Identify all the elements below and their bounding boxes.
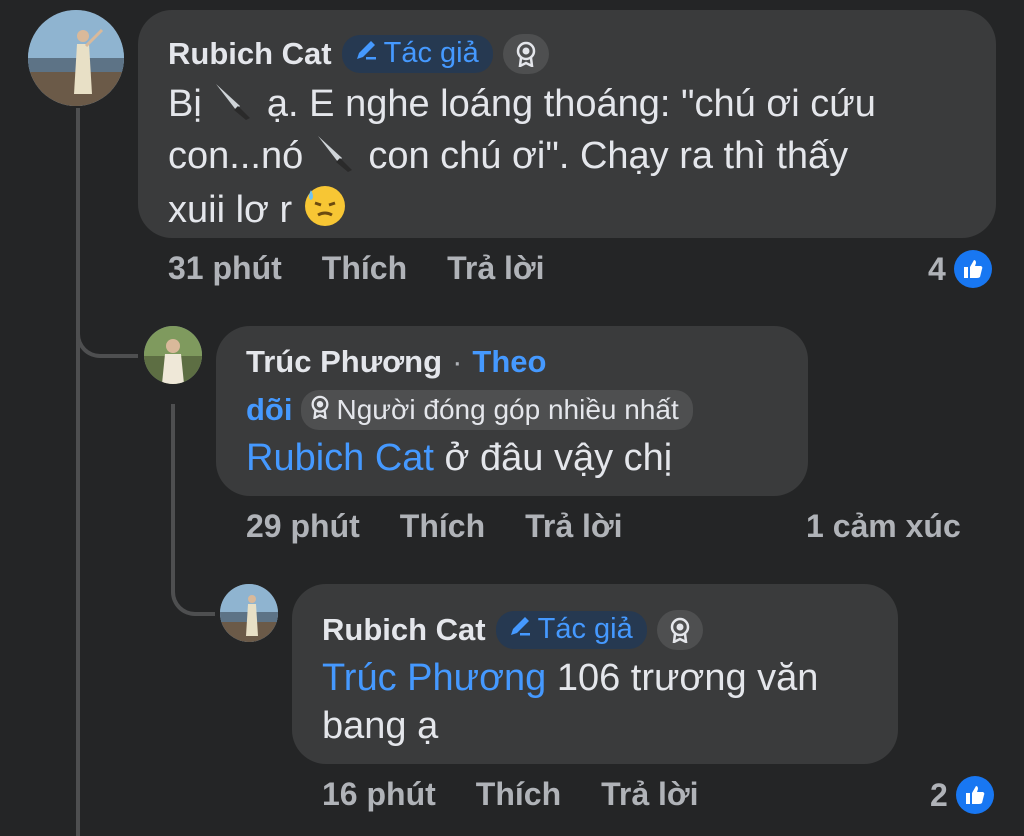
comment-time[interactable]: 29 phút (246, 508, 360, 545)
comment-text: Bị ạ. E nghe loáng thoáng: "chú ơi cứu c… (168, 80, 988, 240)
like-button[interactable]: Thích (400, 508, 485, 545)
comment-time[interactable]: 16 phút (322, 776, 436, 813)
comment-time[interactable]: 31 phút (168, 250, 282, 287)
pencil-icon (354, 37, 378, 70)
comment-text: Trúc Phương 106 trương văn bang ạ (322, 657, 819, 747)
award-icon (502, 34, 549, 74)
pencil-icon (508, 613, 532, 646)
reply-button[interactable]: Trả lời (447, 250, 544, 287)
reply-button[interactable]: Trả lời (601, 776, 698, 813)
top-contributor-badge: Người đóng góp nhiều nhất (300, 390, 693, 430)
like-button[interactable]: Thích (322, 250, 407, 287)
comment-header: Rubich Cat Tác giả (322, 610, 703, 650)
knife-icon (212, 80, 256, 132)
follow-link[interactable]: Theo (472, 344, 546, 380)
award-icon (656, 610, 703, 650)
thread-curve-2 (171, 570, 215, 616)
author-name[interactable]: Rubich Cat (168, 36, 332, 72)
badge-label: Tác giả (383, 36, 479, 69)
comment-actions: 31 phút Thích Trả lời (168, 250, 545, 287)
author-badge: Tác giả (341, 35, 493, 73)
reaction-count[interactable]: 1 cảm xúc (806, 508, 961, 545)
thumbs-up-icon (955, 776, 994, 814)
mention-link[interactable]: Trúc Phương (322, 657, 546, 699)
like-button[interactable]: Thích (476, 776, 561, 813)
reply-button[interactable]: Trả lời (525, 508, 622, 545)
badge-label: Tác giả (537, 612, 633, 645)
thread-line-main (76, 108, 80, 836)
comment-actions: 29 phút Thích Trả lời (246, 508, 623, 545)
comment-text: Rubich Cat ở đâu vậy chị (246, 437, 673, 479)
avatar[interactable] (28, 10, 124, 106)
reaction-count[interactable]: 2 (930, 776, 994, 814)
avatar[interactable] (144, 326, 202, 384)
comment-actions: 16 phút Thích Trả lời (322, 776, 699, 813)
badge-label: Người đóng góp nhiều nhất (336, 394, 679, 425)
author-name[interactable]: Trúc Phương (246, 344, 442, 380)
comment-header: Trúc Phương · Theo (246, 344, 546, 380)
comment-subheader: dõi Người đóng góp nhiều nhất (246, 390, 693, 430)
thread-curve-1 (76, 310, 138, 358)
knife-icon (314, 132, 358, 184)
award-icon (309, 394, 331, 426)
downcast-sweat-face-icon (303, 184, 347, 240)
separator-dot: · (452, 344, 463, 379)
thumbs-up-icon (953, 250, 992, 288)
author-name[interactable]: Rubich Cat (322, 612, 486, 648)
comment-header: Rubich Cat Tác giả (168, 34, 549, 74)
avatar[interactable] (220, 584, 278, 642)
mention-link[interactable]: Rubich Cat (246, 437, 434, 479)
reaction-count[interactable]: 4 (928, 250, 992, 288)
author-badge: Tác giả (495, 611, 647, 649)
thread-line-sub (171, 404, 175, 584)
follow-link[interactable]: dõi (246, 392, 293, 428)
